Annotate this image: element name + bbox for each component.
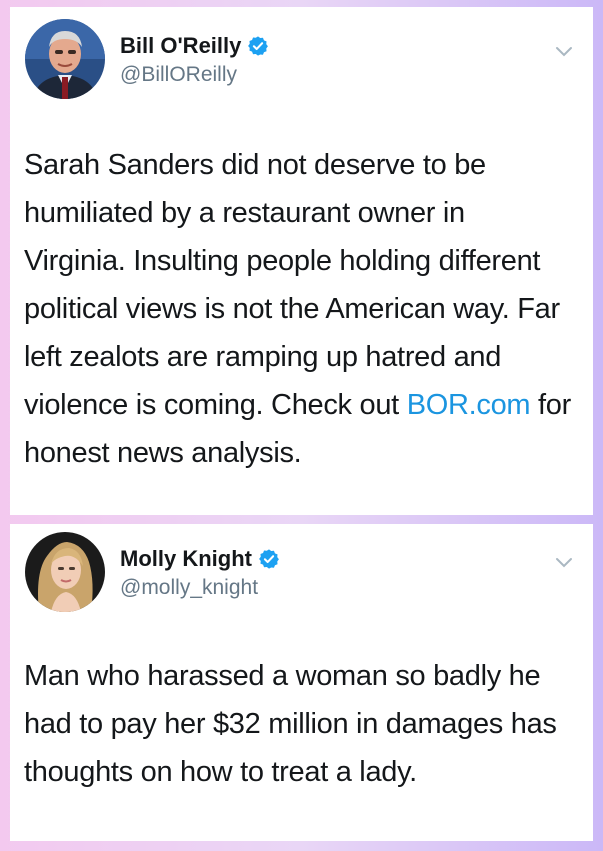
avatar[interactable] bbox=[25, 532, 105, 612]
avatar-photo bbox=[25, 19, 105, 99]
verified-badge-icon bbox=[247, 35, 269, 57]
tweet-link[interactable]: BOR.com bbox=[407, 389, 531, 421]
tweet-card: Bill O'Reilly @BillOReilly Sarah Sanders… bbox=[10, 7, 593, 515]
tweet-text-part: Sarah Sanders did not deserve to be humi… bbox=[24, 149, 560, 421]
display-name[interactable]: Molly Knight bbox=[120, 546, 252, 572]
author-info: Molly Knight @molly_knight bbox=[120, 546, 280, 600]
chevron-down-icon[interactable] bbox=[555, 556, 573, 568]
handle[interactable]: @molly_knight bbox=[120, 576, 280, 600]
tweet-text: Sarah Sanders did not deserve to be humi… bbox=[24, 141, 573, 477]
verified-badge-icon bbox=[258, 548, 280, 570]
handle[interactable]: @BillOReilly bbox=[120, 63, 269, 87]
chevron-down-icon[interactable] bbox=[555, 45, 573, 57]
display-name[interactable]: Bill O'Reilly bbox=[120, 33, 241, 59]
avatar-photo bbox=[25, 532, 105, 612]
name-row: Molly Knight bbox=[120, 546, 280, 572]
tweet-screenshot-stack: Bill O'Reilly @BillOReilly Sarah Sanders… bbox=[0, 0, 603, 851]
author-info: Bill O'Reilly @BillOReilly bbox=[120, 33, 269, 87]
name-row: Bill O'Reilly bbox=[120, 33, 269, 59]
avatar[interactable] bbox=[25, 19, 105, 99]
tweet-card: Molly Knight @molly_knight Man who haras… bbox=[10, 524, 593, 841]
tweet-text: Man who harassed a woman so badly he had… bbox=[24, 660, 557, 788]
